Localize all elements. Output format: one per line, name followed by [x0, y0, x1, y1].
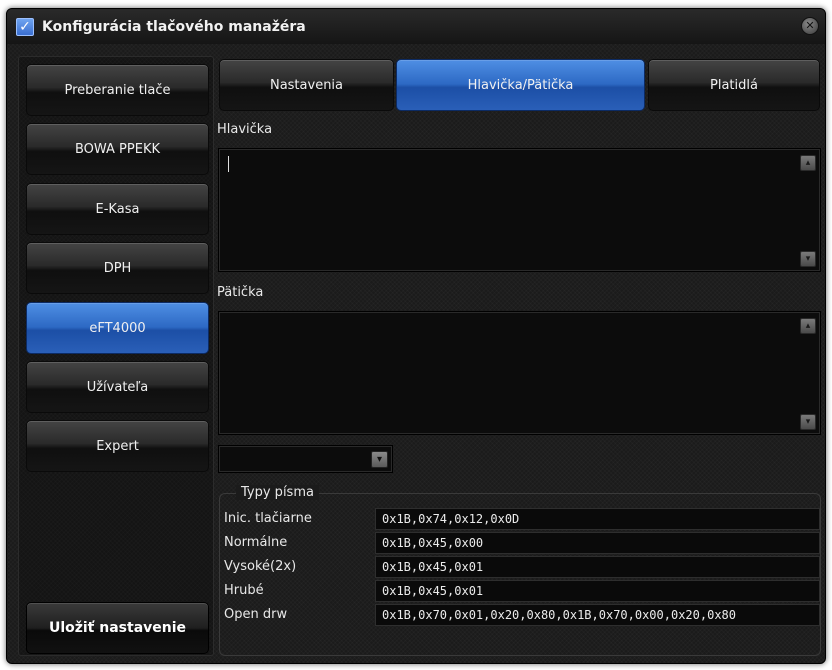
font-row-label: Vysoké(2x): [224, 559, 297, 574]
font-row-label: Hrubé: [224, 583, 264, 598]
sidebar-item-uzivatela[interactable]: Užívateľa: [26, 361, 209, 413]
chevron-down-icon[interactable]: ▾: [371, 451, 388, 468]
font-row-value-field[interactable]: 0x1B,0x74,0x12,0x0D: [375, 508, 820, 530]
scroll-up-icon[interactable]: ▴: [800, 318, 816, 334]
checkmark-icon: ✓: [16, 17, 34, 36]
font-row-init: Inic. tlačiarne 0x1B,0x74,0x12,0x0D: [220, 508, 820, 530]
font-row-value-field[interactable]: 0x1B,0x45,0x00: [375, 532, 820, 554]
header-label: Hlavička: [217, 122, 273, 137]
sidebar-item-expert[interactable]: Expert: [26, 420, 209, 472]
tab-hlavicka-paticka[interactable]: Hlavička/Pätička: [396, 59, 645, 111]
font-types-group: Typy písma Inic. tlačiarne 0x1B,0x74,0x1…: [219, 485, 821, 656]
scroll-down-icon[interactable]: ▾: [800, 414, 816, 430]
font-row-value-field[interactable]: 0x1B,0x45,0x01: [375, 580, 820, 602]
sidebar-item-e-kasa[interactable]: E-Kasa: [26, 183, 209, 235]
window-title: Konfigurácia tlačového manažéra: [42, 18, 306, 35]
font-row-hrube: Hrubé 0x1B,0x45,0x01: [220, 580, 820, 602]
sidebar-item-eft4000[interactable]: eFT4000: [26, 302, 209, 354]
footer-dropdown[interactable]: ▾: [218, 445, 393, 473]
font-types-legend: Typy písma: [236, 485, 319, 500]
font-row-label: Open drw: [224, 607, 288, 622]
font-row-label: Inic. tlačiarne: [224, 511, 312, 526]
scroll-down-icon[interactable]: ▾: [800, 251, 816, 267]
header-textarea[interactable]: ▴ ▾: [218, 148, 821, 272]
sidebar: Preberanie tlače BOWA PPEKK E-Kasa DPH e…: [18, 56, 214, 656]
text-caret: [228, 156, 229, 172]
font-row-value-field[interactable]: 0x1B,0x70,0x01,0x20,0x80,0x1B,0x70,0x00,…: [375, 604, 820, 626]
footer-label: Pätička: [217, 285, 264, 300]
font-row-open-drw: Open drw 0x1B,0x70,0x01,0x20,0x80,0x1B,0…: [220, 604, 820, 626]
save-settings-button[interactable]: Uložiť nastavenie: [26, 602, 209, 654]
sidebar-item-preberanie-tlace[interactable]: Preberanie tlače: [26, 64, 209, 116]
font-row-normalne: Normálne 0x1B,0x45,0x00: [220, 532, 820, 554]
font-row-value-field[interactable]: 0x1B,0x45,0x01: [375, 556, 820, 578]
close-icon[interactable]: ✕: [801, 17, 819, 35]
title-bar[interactable]: ✓ Konfigurácia tlačového manažéra ✕: [7, 9, 825, 44]
sidebar-item-dph[interactable]: DPH: [26, 242, 209, 294]
tab-nastavenia[interactable]: Nastavenia: [219, 59, 394, 111]
tab-platidla[interactable]: Platidlá: [648, 59, 820, 111]
sidebar-item-bowa-ppekk[interactable]: BOWA PPEKK: [26, 123, 209, 175]
font-row-vysoke: Vysoké(2x) 0x1B,0x45,0x01: [220, 556, 820, 578]
footer-textarea[interactable]: ▴ ▾: [218, 311, 821, 435]
config-window: ✓ Konfigurácia tlačového manažéra ✕ Preb…: [6, 8, 826, 664]
scroll-up-icon[interactable]: ▴: [800, 155, 816, 171]
font-row-label: Normálne: [224, 535, 288, 550]
